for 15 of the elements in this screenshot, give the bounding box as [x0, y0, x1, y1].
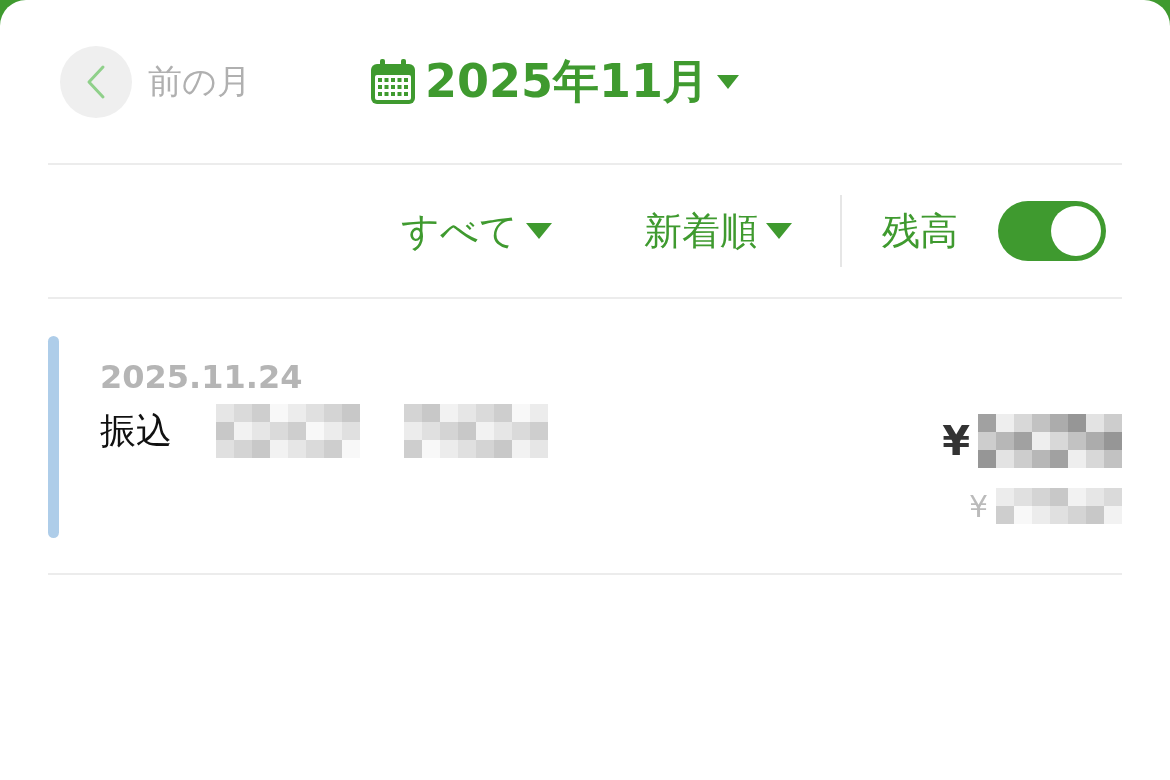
balance-currency: ¥ — [968, 488, 988, 524]
caret-icon — [766, 223, 792, 239]
caret-icon — [717, 74, 740, 89]
balance-label: 残高 — [882, 207, 958, 255]
previous-month-button[interactable]: 前の月 — [48, 45, 251, 118]
back-chevron-icon — [86, 63, 106, 100]
amount-currency: ¥ — [942, 418, 970, 464]
filter-dropdown[interactable]: すべて — [401, 205, 552, 257]
month-selector[interactable]: 2025年11月 — [369, 50, 740, 113]
caret-icon — [526, 223, 552, 239]
transaction-description: 振込 — [100, 408, 172, 453]
calendar-icon — [369, 57, 417, 106]
filter-dropdown[interactable]: 新着順 — [644, 205, 792, 257]
transaction-date: 2025.11.24 — [100, 358, 304, 396]
balance-toggle[interactable] — [998, 201, 1106, 261]
